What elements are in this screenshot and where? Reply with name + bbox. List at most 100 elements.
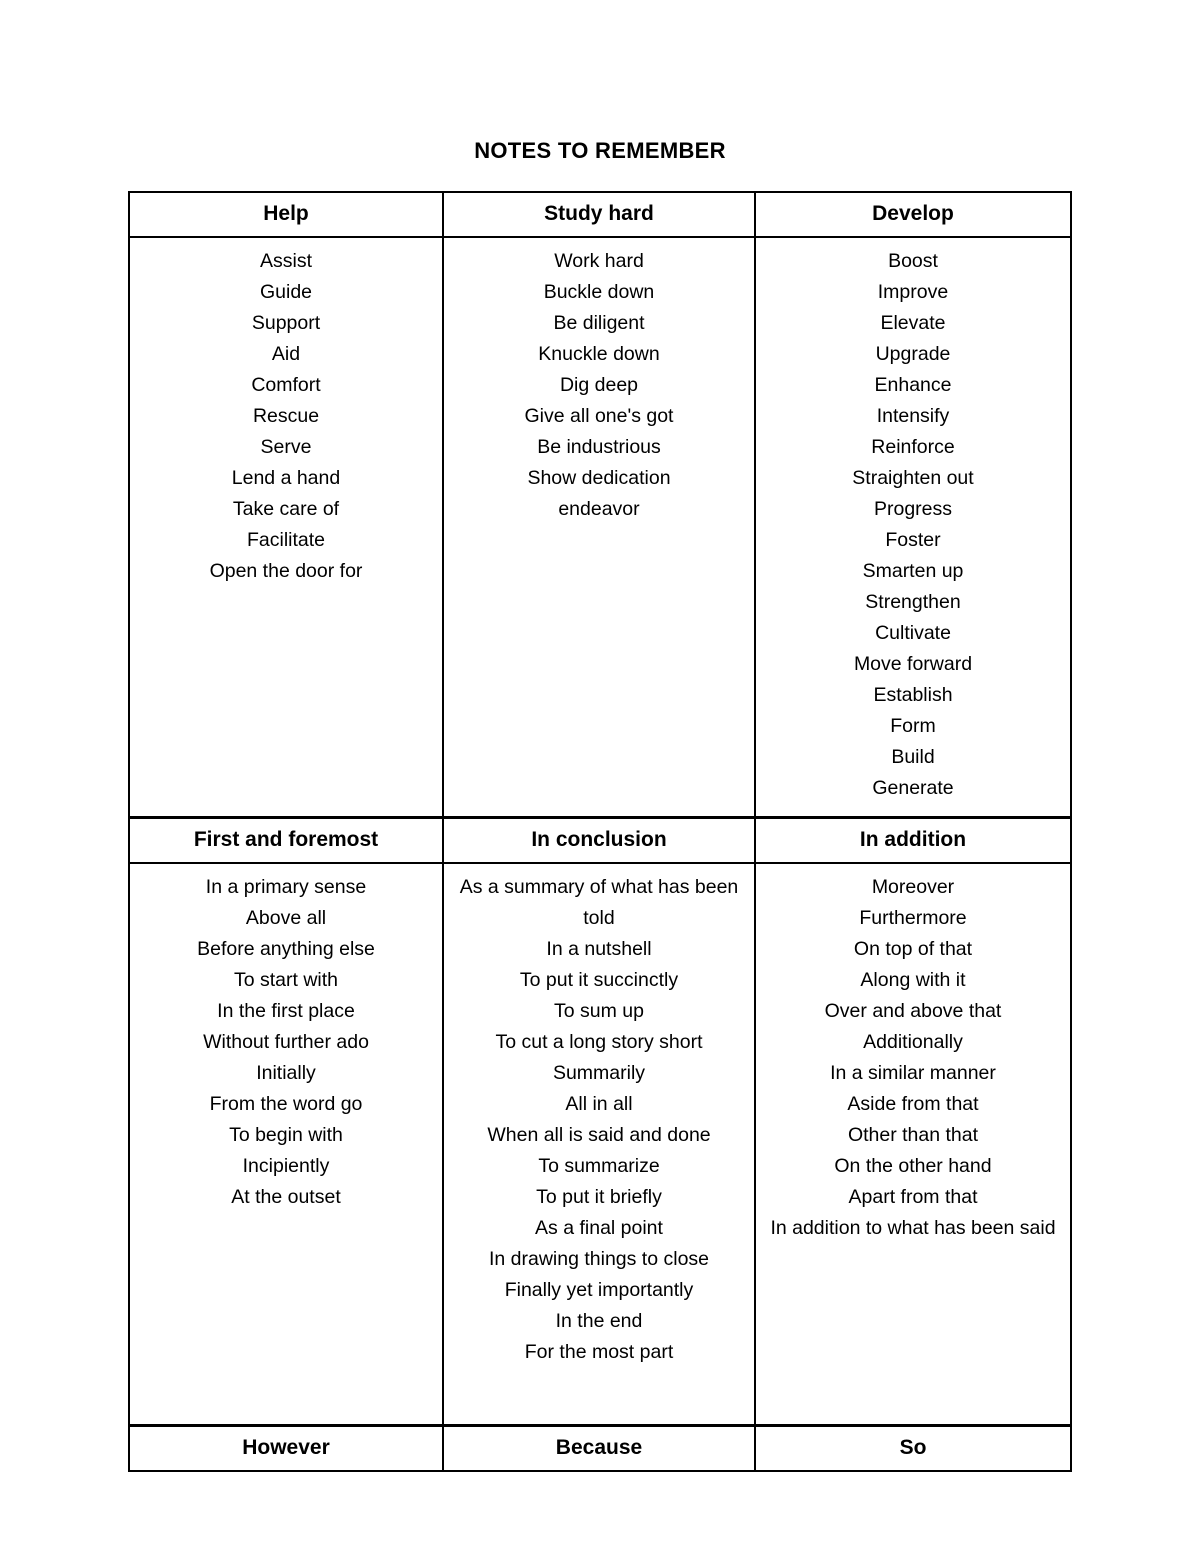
- list-item: Straighten out: [852, 467, 974, 489]
- list-item: In the first place: [217, 1000, 355, 1022]
- list-item: As a summary of what has been told: [459, 876, 739, 929]
- table-body-row-1: Assist Guide Support Aid Comfort Rescue Serve L…: [128, 236, 1072, 819]
- list-item: Moreover: [871, 876, 955, 898]
- list-item: Furthermore: [859, 907, 967, 929]
- list-item: Show dedication: [527, 467, 671, 489]
- list-item: Aid: [271, 343, 301, 365]
- list-item: Foster: [885, 529, 941, 551]
- footer-cell-because: Because: [442, 1424, 756, 1472]
- list-item: Incipiently: [242, 1155, 330, 1177]
- notes-table: Help Study hard Develop Assist Guide Suppo…: [128, 191, 1072, 1472]
- list-item: Establish: [873, 684, 953, 706]
- list-item: Form: [890, 715, 936, 737]
- list-in-addition-phrases: Moreover Furthermore On top of that Along w…: [764, 872, 1062, 1244]
- list-item: In a similar manner: [830, 1062, 996, 1084]
- list-item: Support: [251, 312, 321, 334]
- list-item: Initially: [256, 1062, 316, 1084]
- list-item: Be industrious: [537, 436, 661, 458]
- list-item: In drawing things to close: [488, 1248, 710, 1270]
- list-item: To put it briefly: [536, 1186, 662, 1208]
- column-header-in-conclusion: In conclusion: [442, 816, 756, 864]
- cell-in-conclusion-phrases: As a summary of what has been told In a n…: [442, 862, 756, 1427]
- list-item: Assist: [259, 250, 312, 272]
- list-item: Generate: [872, 777, 954, 799]
- list-item: When all is said and done: [487, 1124, 711, 1146]
- list-item: In a primary sense: [205, 876, 367, 898]
- list-item: To cut a long story short: [495, 1031, 703, 1053]
- column-header-in-addition: In addition: [754, 816, 1072, 864]
- list-item: Give all one's got: [524, 405, 674, 427]
- list-item: Upgrade: [875, 343, 951, 365]
- list-item: All in all: [565, 1093, 633, 1115]
- list-item: Over and above that: [824, 1000, 1002, 1022]
- list-item: Aside from that: [847, 1093, 979, 1115]
- list-first-and-foremost-phrases: In a primary sense Above all Before anythi…: [138, 872, 434, 1213]
- list-item: Elevate: [880, 312, 946, 334]
- list-item: In addition to what has been said: [770, 1217, 1056, 1239]
- list-item: Before anything else: [197, 938, 375, 960]
- list-item: At the outset: [231, 1186, 341, 1208]
- table-header-row-1: Help Study hard Develop: [128, 191, 1072, 238]
- page-title: NOTES TO REMEMBER: [474, 138, 726, 163]
- cell-develop-synonyms: Boost Improve Elevate Upgrade Enhance Intensi…: [754, 236, 1072, 819]
- list-item: Additionally: [863, 1031, 963, 1053]
- column-header-develop: Develop: [754, 191, 1072, 238]
- list-item: Take care of: [232, 498, 340, 520]
- column-header-study-hard: Study hard: [442, 191, 756, 238]
- list-help-synonyms: Assist Guide Support Aid Comfort Rescue Serve L…: [138, 246, 434, 587]
- list-item: endeavor: [558, 498, 640, 520]
- cell-first-and-foremost-phrases: In a primary sense Above all Before anythi…: [128, 862, 444, 1427]
- list-item: From the word go: [209, 1093, 363, 1115]
- list-item: Guide: [259, 281, 313, 303]
- list-develop-synonyms: Boost Improve Elevate Upgrade Enhance Intensi…: [764, 246, 1062, 804]
- list-item: In the end: [555, 1310, 643, 1332]
- list-item: Boost: [888, 250, 938, 272]
- list-in-conclusion-phrases: As a summary of what has been told In a n…: [452, 872, 746, 1368]
- table-body-row-2: In a primary sense Above all Before anythi…: [128, 862, 1072, 1427]
- list-item: Facilitate: [246, 529, 326, 551]
- column-header-first-and-foremost: First and foremost: [128, 816, 444, 864]
- list-item: Reinforce: [871, 436, 955, 458]
- list-item: Move forward: [853, 653, 973, 675]
- list-item: Lend a hand: [231, 467, 341, 489]
- table-footer-row: However Because So: [128, 1424, 1072, 1472]
- list-item: Intensify: [876, 405, 950, 427]
- cell-in-addition-phrases: Moreover Furthermore On top of that Along w…: [754, 862, 1072, 1427]
- list-item: Improve: [877, 281, 949, 303]
- list-item: Other than that: [847, 1124, 979, 1146]
- list-item: As a final point: [535, 1217, 663, 1239]
- column-header-help: Help: [128, 191, 444, 238]
- list-item: Rescue: [252, 405, 320, 427]
- list-item: Knuckle down: [538, 343, 660, 365]
- list-item: Summarily: [552, 1062, 646, 1084]
- list-item: To start with: [233, 969, 339, 991]
- cell-study-hard-synonyms: Work hard Buckle down Be diligent Knuckle d…: [442, 236, 756, 819]
- list-item: Above all: [245, 907, 327, 929]
- list-item: Be diligent: [553, 312, 645, 334]
- document-page: NOTES TO REMEMBER Help Study hard Develo…: [0, 0, 1200, 1553]
- list-item: Work hard: [554, 250, 644, 272]
- list-item: Serve: [260, 436, 312, 458]
- footer-cell-however: However: [128, 1424, 444, 1472]
- list-item: Dig deep: [559, 374, 639, 396]
- list-item: Smarten up: [862, 560, 964, 582]
- list-item: Along with it: [860, 969, 966, 991]
- footer-cell-so: So: [754, 1424, 1072, 1472]
- list-item: Finally yet importantly: [504, 1279, 694, 1301]
- list-item: To begin with: [229, 1124, 343, 1146]
- cell-help-synonyms: Assist Guide Support Aid Comfort Rescue Serve L…: [128, 236, 444, 819]
- table-header-row-2: First and foremost In conclusion In addi…: [128, 816, 1072, 864]
- list-item: In a nutshell: [546, 938, 652, 960]
- list-item: Progress: [873, 498, 953, 520]
- list-item: For the most part: [524, 1341, 674, 1363]
- list-item: On the other hand: [834, 1155, 992, 1177]
- list-item: To summarize: [538, 1155, 660, 1177]
- list-item: On top of that: [853, 938, 973, 960]
- list-item: Strengthen: [865, 591, 961, 613]
- list-item: Comfort: [251, 374, 321, 396]
- list-item: To sum up: [554, 1000, 644, 1022]
- list-item: To put it succinctly: [519, 969, 679, 991]
- list-study-hard-synonyms: Work hard Buckle down Be diligent Knuckle d…: [452, 246, 746, 525]
- list-item: Enhance: [874, 374, 952, 396]
- list-item: Cultivate: [875, 622, 951, 644]
